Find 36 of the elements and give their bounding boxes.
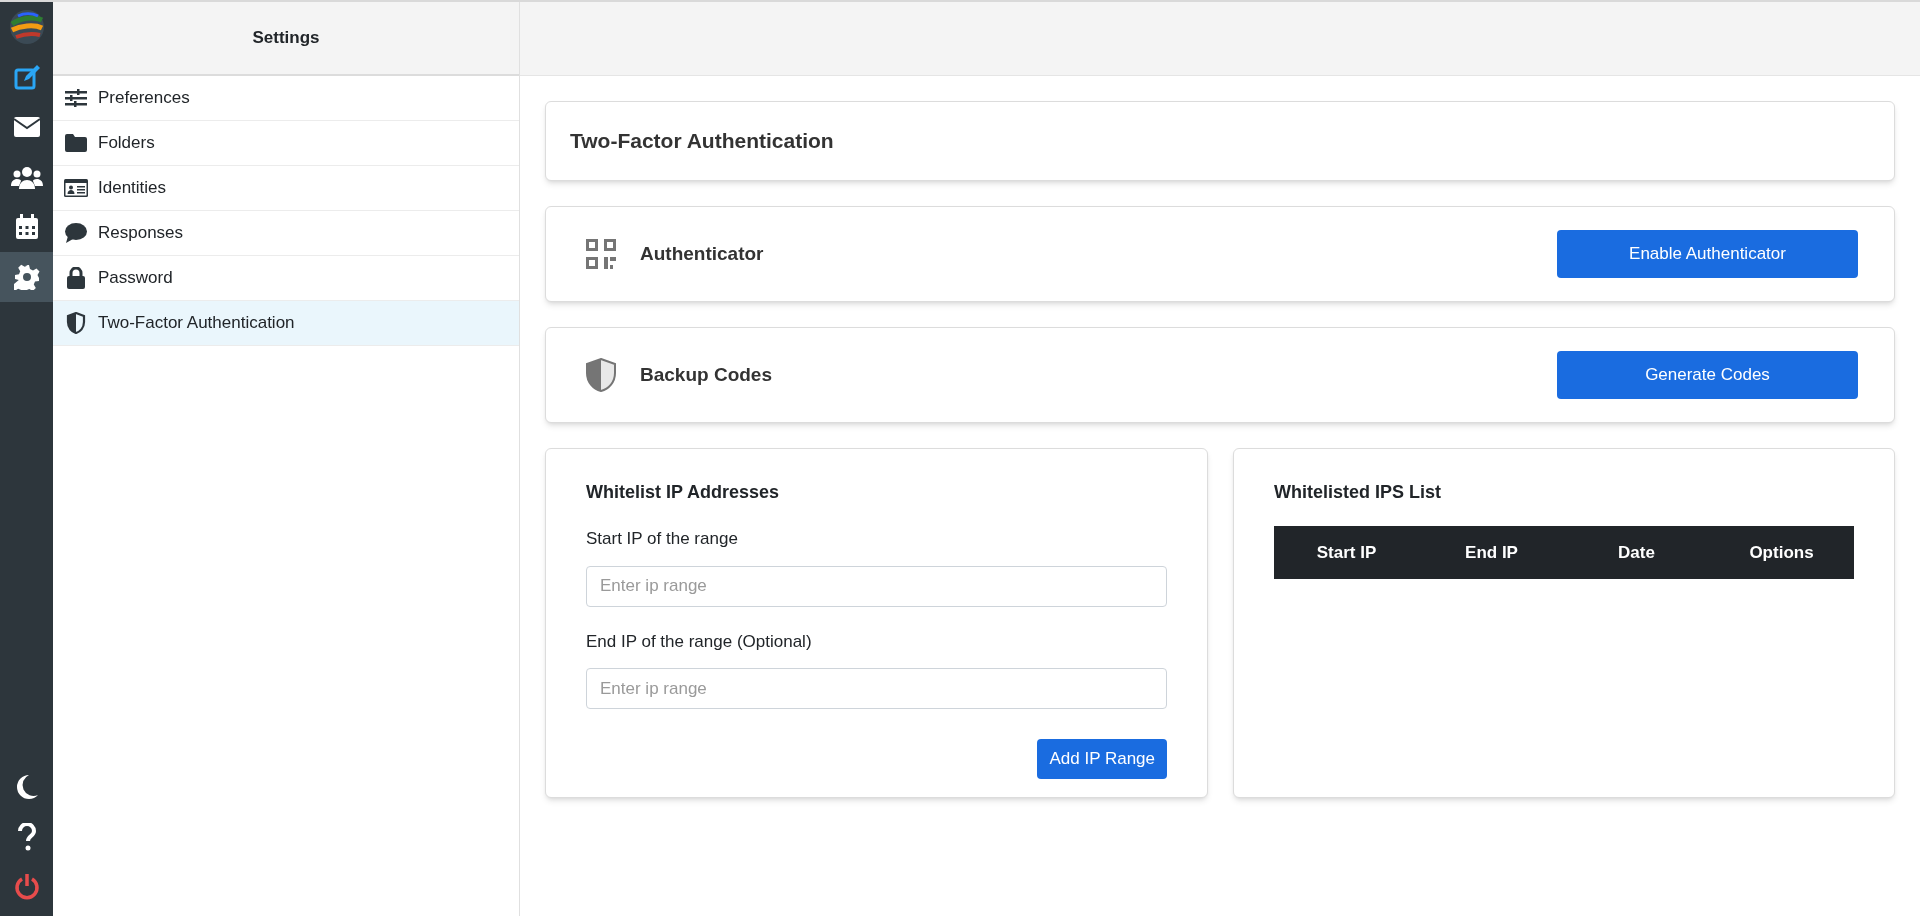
shield-icon xyxy=(66,312,86,334)
add-ip-range-button[interactable]: Add IP Range xyxy=(1037,739,1167,779)
settings-icon xyxy=(13,264,40,290)
method-button[interactable]: Enable Authenticator xyxy=(1557,230,1858,278)
input-field[interactable]: Enter ip range xyxy=(586,668,1167,709)
field-label: Start IP of the range xyxy=(586,528,739,550)
method-button[interactable]: Generate Codes xyxy=(1557,351,1858,399)
sliders-icon xyxy=(65,89,87,107)
rail-button[interactable] xyxy=(0,252,53,302)
panel-title: Settings xyxy=(252,27,320,50)
globe-logo-icon xyxy=(7,8,46,46)
users-icon xyxy=(10,165,43,189)
shield-icon xyxy=(585,358,617,392)
lock-icon xyxy=(66,267,86,289)
speech-bubble-icon xyxy=(65,223,87,243)
page-title: Two-Factor Authentication xyxy=(570,128,834,155)
calendar-icon xyxy=(14,214,39,240)
mail-icon xyxy=(12,116,41,138)
edit-icon xyxy=(12,63,41,91)
folder-icon xyxy=(65,134,87,152)
column-header: Date xyxy=(1617,541,1656,564)
column-header: Options xyxy=(1748,541,1815,564)
moon-icon[interactable] xyxy=(14,774,39,800)
card-title: Whitelisted IPS List xyxy=(1274,481,1443,504)
method-title: Authenticator xyxy=(640,241,765,266)
sidebar-item[interactable]: Two-Factor Authentication xyxy=(53,301,519,346)
id-card-icon xyxy=(64,179,88,197)
help-icon[interactable] xyxy=(17,823,36,851)
column-header: Start IP xyxy=(1315,541,1378,564)
qr-code-icon xyxy=(586,239,616,269)
field-label: End IP of the range (Optional) xyxy=(586,630,813,653)
card-title: Whitelist IP Addresses xyxy=(586,481,781,504)
power-icon[interactable] xyxy=(13,873,40,901)
column-header: End IP xyxy=(1464,541,1519,564)
method-title: Backup Codes xyxy=(640,362,773,387)
input-field[interactable]: Enter ip range xyxy=(586,565,1167,607)
